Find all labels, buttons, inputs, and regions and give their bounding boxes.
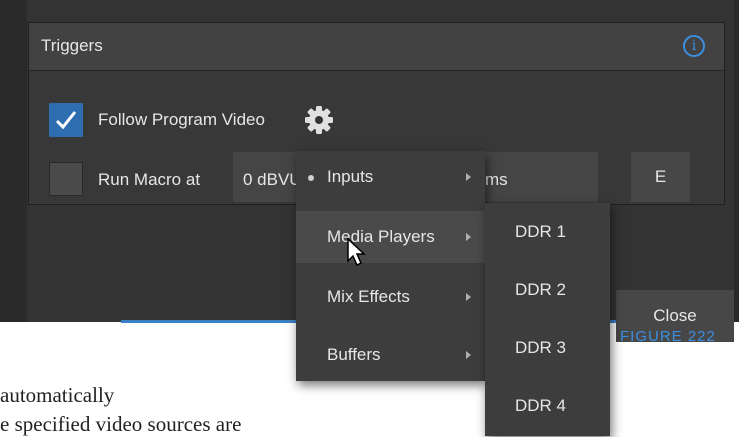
submenu-arrow-icon xyxy=(466,293,471,301)
mouse-cursor-icon xyxy=(347,238,366,267)
menu-item-label: Mix Effects xyxy=(327,287,410,306)
menu-item-label: Inputs xyxy=(327,167,374,186)
menu-item-label: Buffers xyxy=(327,345,381,364)
triggers-title: Triggers xyxy=(41,36,103,55)
follow-program-video-label: Follow Program Video xyxy=(98,110,265,129)
e-button[interactable]: E xyxy=(631,152,690,202)
figure-caption: FIGURE 222 xyxy=(620,328,716,345)
body-text-line: automatically xyxy=(0,383,115,407)
submenu-item-ddr2[interactable]: DDR 2 xyxy=(485,261,610,319)
submenu-item-ddr1[interactable]: DDR 1 xyxy=(485,203,610,261)
body-text-line: e specified video sources are xyxy=(0,412,242,436)
source-context-menu: Inputs Media Players Mix Effects Buffers xyxy=(296,151,485,381)
submenu-item-ddr4[interactable]: DDR 4 xyxy=(485,377,610,435)
menu-item-label: Media Players xyxy=(327,227,435,246)
info-icon[interactable]: i xyxy=(683,35,705,57)
submenu-item-label: DDR 3 xyxy=(515,338,567,357)
duration-suffix: ms xyxy=(485,170,508,189)
menu-item-media-players[interactable]: Media Players xyxy=(296,211,485,263)
submenu-item-label: DDR 1 xyxy=(515,222,567,241)
menu-item-buffers[interactable]: Buffers xyxy=(296,329,485,381)
run-macro-checkbox[interactable] xyxy=(49,162,83,196)
submenu-item-label: DDR 4 xyxy=(515,396,567,415)
run-macro-label: Run Macro at xyxy=(98,170,201,189)
submenu-item-label: DDR 2 xyxy=(515,280,567,299)
gear-icon[interactable] xyxy=(305,106,333,134)
submenu-arrow-icon xyxy=(466,173,471,181)
submenu-arrow-icon xyxy=(466,233,471,241)
level-value: 0 dBVU xyxy=(243,170,302,189)
follow-program-video-checkbox[interactable] xyxy=(49,103,83,137)
triggers-header xyxy=(29,23,724,71)
selected-bullet-icon xyxy=(308,175,314,181)
menu-item-inputs[interactable]: Inputs xyxy=(296,151,485,203)
checkmark-icon xyxy=(55,111,77,130)
media-players-submenu: DDR 1 DDR 2 DDR 3 DDR 4 xyxy=(485,203,610,436)
menu-item-mix-effects[interactable]: Mix Effects xyxy=(296,271,485,323)
submenu-item-ddr3[interactable]: DDR 3 xyxy=(485,319,610,377)
submenu-arrow-icon xyxy=(466,351,471,359)
